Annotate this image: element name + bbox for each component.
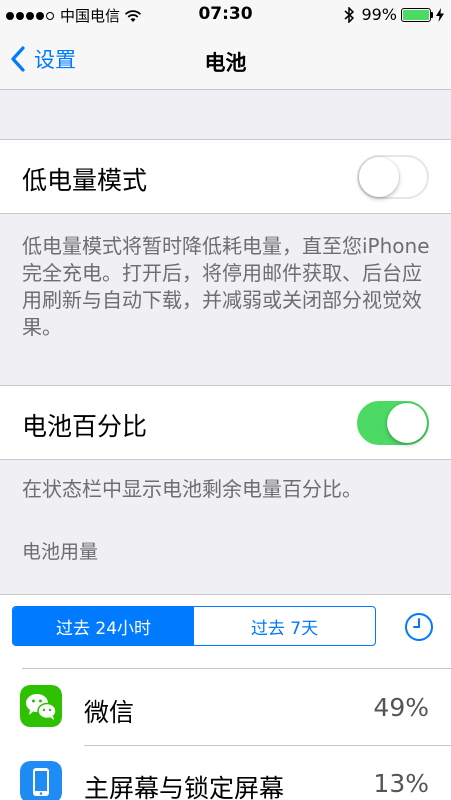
clock-icon[interactable]: [404, 612, 434, 642]
toggle-knob: [359, 157, 399, 197]
app-usage-row[interactable]: 主屏幕与锁定屏幕 13%: [0, 745, 451, 800]
status-bar: 中国电信 07:30 99%: [0, 0, 451, 30]
battery-percentage-label: 电池百分比: [22, 412, 148, 441]
charging-bolt-icon: [436, 7, 444, 22]
toggle-knob: [387, 403, 427, 443]
battery-percent: 99%: [361, 5, 397, 24]
battery-tip: [431, 11, 433, 18]
app-usage-row[interactable]: 微信 49%: [0, 669, 451, 749]
battery-usage-header: 电池用量: [22, 541, 99, 563]
bluetooth-icon: [344, 6, 355, 23]
time-range-segmented-control: 过去 24小时 过去 7天: [12, 606, 376, 646]
tab-last-24-hours[interactable]: 过去 24小时: [13, 607, 194, 645]
battery-percentage-description: 在状态栏中显示电池剩余电量百分比。: [22, 477, 362, 501]
home-lock-screen-icon: [20, 761, 62, 800]
battery-usage-section: 过去 24小时 过去 7天 微信 49% 主屏幕与锁定屏幕 13%: [0, 594, 451, 800]
navigation-bar: 设置 电池: [0, 30, 451, 90]
battery-fill: [403, 9, 429, 20]
battery-body: [401, 7, 431, 22]
low-power-mode-cell: 低电量模式: [0, 139, 451, 214]
app-usage-percent: 49%: [373, 693, 429, 722]
app-name: 微信: [84, 698, 135, 727]
battery-percentage-toggle[interactable]: [357, 401, 429, 445]
app-usage-percent: 13%: [373, 769, 429, 798]
app-name: 主屏幕与锁定屏幕: [84, 774, 285, 800]
low-power-mode-label: 低电量模式: [22, 166, 148, 195]
low-power-mode-description: 低电量模式将暂时降低耗电量，直至您iPhone 完全充电。打开后，将停用邮件获取…: [22, 234, 430, 339]
page-title: 电池: [204, 51, 247, 75]
battery-icon: [401, 7, 433, 22]
wechat-icon: [20, 685, 62, 727]
status-right: 99%: [343, 5, 445, 24]
tab-last-7-days[interactable]: 过去 7天: [194, 607, 375, 645]
battery-percentage-cell: 电池百分比: [0, 385, 451, 460]
low-power-mode-toggle[interactable]: [357, 155, 429, 199]
